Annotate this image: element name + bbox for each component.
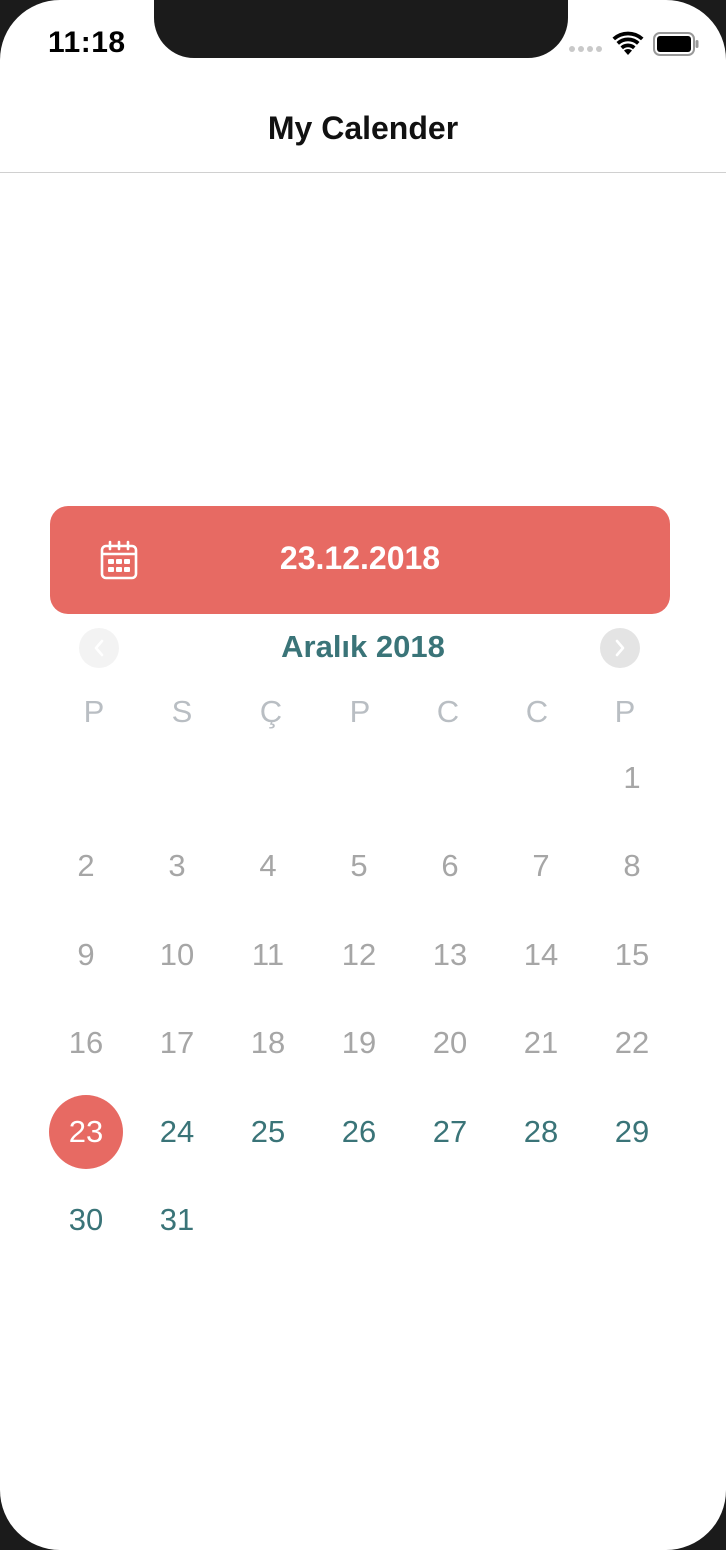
screen-corner-bottom-right (606, 1430, 726, 1550)
weekday-label: Ç (259, 694, 283, 729)
day-cell: 19 (341, 1025, 377, 1060)
day-cell: 17 (159, 1025, 195, 1060)
day-cell[interactable]: 26 (322, 1095, 396, 1169)
day-cell: 14 (523, 937, 559, 972)
day-cell[interactable]: 29 (595, 1095, 669, 1169)
day-cell[interactable]: 27 (413, 1095, 487, 1169)
selected-date: 23.12.2018 (279, 540, 441, 576)
day-cell[interactable]: 30 (49, 1183, 123, 1257)
day-cell: 5 (350, 848, 368, 883)
day-cell: 18 (250, 1025, 286, 1060)
chevron-right-icon (615, 639, 625, 657)
day-cell[interactable]: 24 (140, 1095, 214, 1169)
navigation-bar: My Calender (0, 88, 726, 173)
status-bar: 11:18 (0, 0, 726, 88)
weekday-label: C (525, 694, 549, 729)
day-cell: 2 (77, 848, 95, 883)
status-time: 11:18 (48, 26, 126, 59)
battery-icon (653, 32, 699, 56)
wifi-icon (612, 31, 644, 55)
signal-dots-icon (569, 46, 603, 54)
day-cell: 10 (159, 937, 195, 972)
day-cell: 6 (441, 848, 459, 883)
day-cell: 21 (523, 1025, 559, 1060)
day-cell: 7 (532, 848, 550, 883)
day-cell: 16 (68, 1025, 104, 1060)
weekday-label: S (171, 694, 193, 729)
screen-corner-bottom-left (0, 1430, 120, 1550)
weekday-label: P (614, 694, 636, 729)
day-cell[interactable]: 28 (504, 1095, 578, 1169)
day-cell-selected[interactable]: 23 (49, 1095, 123, 1169)
day-cell: 1 (623, 760, 641, 795)
day-cell: 15 (614, 937, 650, 972)
weekday-label: P (349, 694, 371, 729)
day-cell: 8 (623, 848, 641, 883)
day-cell: 13 (432, 937, 468, 972)
day-cell[interactable]: 25 (231, 1095, 305, 1169)
day-cell: 4 (259, 848, 277, 883)
page-title: My Calender (267, 110, 459, 146)
weekday-label: C (436, 694, 460, 729)
day-cell: 11 (251, 937, 285, 972)
day-cell: 20 (432, 1025, 468, 1060)
day-cell: 9 (77, 937, 95, 972)
next-month-button[interactable] (600, 628, 640, 668)
day-cell: 22 (614, 1025, 650, 1060)
day-cell: 12 (341, 937, 377, 972)
day-cell: 3 (168, 848, 186, 883)
day-cell[interactable]: 31 (140, 1183, 214, 1257)
date-picker-header[interactable]: 23.12.2018 (50, 506, 670, 614)
weekday-label: P (83, 694, 105, 729)
